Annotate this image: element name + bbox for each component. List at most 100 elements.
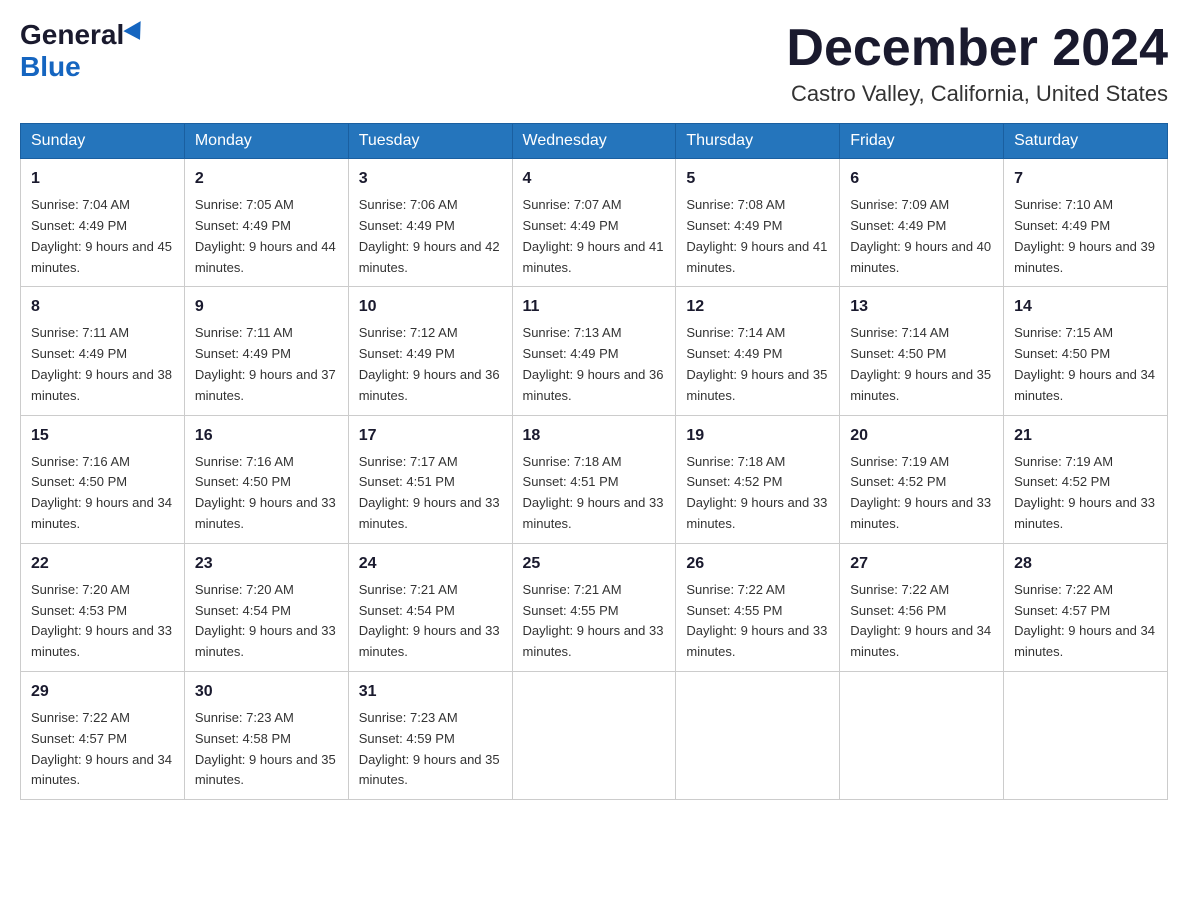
logo-general-line: General [20, 20, 146, 51]
table-row: 10 Sunrise: 7:12 AMSunset: 4:49 PMDaylig… [348, 287, 512, 415]
table-row: 8 Sunrise: 7:11 AMSunset: 4:49 PMDayligh… [21, 287, 185, 415]
table-row: 17 Sunrise: 7:17 AMSunset: 4:51 PMDaylig… [348, 415, 512, 543]
day-number: 6 [850, 167, 993, 191]
table-row: 11 Sunrise: 7:13 AMSunset: 4:49 PMDaylig… [512, 287, 676, 415]
table-row: 4 Sunrise: 7:07 AMSunset: 4:49 PMDayligh… [512, 159, 676, 287]
day-number: 12 [686, 295, 829, 319]
day-number: 1 [31, 167, 174, 191]
day-number: 16 [195, 424, 338, 448]
table-row [840, 671, 1004, 799]
table-row: 9 Sunrise: 7:11 AMSunset: 4:49 PMDayligh… [184, 287, 348, 415]
day-number: 29 [31, 680, 174, 704]
table-row [676, 671, 840, 799]
cell-info: Sunrise: 7:11 AMSunset: 4:49 PMDaylight:… [195, 325, 336, 402]
table-row: 21 Sunrise: 7:19 AMSunset: 4:52 PMDaylig… [1004, 415, 1168, 543]
header-tuesday: Tuesday [348, 124, 512, 159]
cell-info: Sunrise: 7:06 AMSunset: 4:49 PMDaylight:… [359, 197, 500, 274]
cell-info: Sunrise: 7:19 AMSunset: 4:52 PMDaylight:… [1014, 454, 1155, 531]
day-number: 17 [359, 424, 502, 448]
header-thursday: Thursday [676, 124, 840, 159]
day-number: 21 [1014, 424, 1157, 448]
day-number: 10 [359, 295, 502, 319]
cell-info: Sunrise: 7:20 AMSunset: 4:53 PMDaylight:… [31, 582, 172, 659]
day-number: 24 [359, 552, 502, 576]
day-number: 25 [523, 552, 666, 576]
cell-info: Sunrise: 7:18 AMSunset: 4:52 PMDaylight:… [686, 454, 827, 531]
location-title: Castro Valley, California, United States [786, 81, 1168, 107]
table-row: 20 Sunrise: 7:19 AMSunset: 4:52 PMDaylig… [840, 415, 1004, 543]
header-wednesday: Wednesday [512, 124, 676, 159]
cell-info: Sunrise: 7:18 AMSunset: 4:51 PMDaylight:… [523, 454, 664, 531]
table-row: 13 Sunrise: 7:14 AMSunset: 4:50 PMDaylig… [840, 287, 1004, 415]
day-number: 20 [850, 424, 993, 448]
cell-info: Sunrise: 7:22 AMSunset: 4:57 PMDaylight:… [31, 710, 172, 787]
cell-info: Sunrise: 7:10 AMSunset: 4:49 PMDaylight:… [1014, 197, 1155, 274]
cell-info: Sunrise: 7:11 AMSunset: 4:49 PMDaylight:… [31, 325, 172, 402]
table-row: 18 Sunrise: 7:18 AMSunset: 4:51 PMDaylig… [512, 415, 676, 543]
logo-blue-line: Blue [20, 51, 81, 83]
table-row: 24 Sunrise: 7:21 AMSunset: 4:54 PMDaylig… [348, 543, 512, 671]
table-row: 16 Sunrise: 7:16 AMSunset: 4:50 PMDaylig… [184, 415, 348, 543]
cell-info: Sunrise: 7:13 AMSunset: 4:49 PMDaylight:… [523, 325, 664, 402]
table-row: 6 Sunrise: 7:09 AMSunset: 4:49 PMDayligh… [840, 159, 1004, 287]
cell-info: Sunrise: 7:22 AMSunset: 4:55 PMDaylight:… [686, 582, 827, 659]
day-number: 5 [686, 167, 829, 191]
calendar-table: Sunday Monday Tuesday Wednesday Thursday… [20, 123, 1168, 800]
logo-general-text: General [20, 19, 146, 50]
cell-info: Sunrise: 7:21 AMSunset: 4:54 PMDaylight:… [359, 582, 500, 659]
table-row: 7 Sunrise: 7:10 AMSunset: 4:49 PMDayligh… [1004, 159, 1168, 287]
table-row: 5 Sunrise: 7:08 AMSunset: 4:49 PMDayligh… [676, 159, 840, 287]
day-number: 18 [523, 424, 666, 448]
day-number: 11 [523, 295, 666, 319]
logo-blue-text: Blue [20, 51, 81, 82]
table-row: 1 Sunrise: 7:04 AMSunset: 4:49 PMDayligh… [21, 159, 185, 287]
day-number: 31 [359, 680, 502, 704]
title-area: December 2024 Castro Valley, California,… [786, 20, 1168, 107]
table-row: 15 Sunrise: 7:16 AMSunset: 4:50 PMDaylig… [21, 415, 185, 543]
cell-info: Sunrise: 7:22 AMSunset: 4:57 PMDaylight:… [1014, 582, 1155, 659]
day-number: 28 [1014, 552, 1157, 576]
day-number: 26 [686, 552, 829, 576]
cell-info: Sunrise: 7:08 AMSunset: 4:49 PMDaylight:… [686, 197, 827, 274]
cell-info: Sunrise: 7:17 AMSunset: 4:51 PMDaylight:… [359, 454, 500, 531]
cell-info: Sunrise: 7:09 AMSunset: 4:49 PMDaylight:… [850, 197, 991, 274]
cell-info: Sunrise: 7:21 AMSunset: 4:55 PMDaylight:… [523, 582, 664, 659]
day-number: 3 [359, 167, 502, 191]
table-row [1004, 671, 1168, 799]
logo: General Blue [20, 20, 146, 83]
cell-info: Sunrise: 7:23 AMSunset: 4:58 PMDaylight:… [195, 710, 336, 787]
day-number: 27 [850, 552, 993, 576]
cell-info: Sunrise: 7:19 AMSunset: 4:52 PMDaylight:… [850, 454, 991, 531]
table-row: 2 Sunrise: 7:05 AMSunset: 4:49 PMDayligh… [184, 159, 348, 287]
table-row: 22 Sunrise: 7:20 AMSunset: 4:53 PMDaylig… [21, 543, 185, 671]
table-row: 26 Sunrise: 7:22 AMSunset: 4:55 PMDaylig… [676, 543, 840, 671]
cell-info: Sunrise: 7:04 AMSunset: 4:49 PMDaylight:… [31, 197, 172, 274]
header-friday: Friday [840, 124, 1004, 159]
table-row: 27 Sunrise: 7:22 AMSunset: 4:56 PMDaylig… [840, 543, 1004, 671]
header-monday: Monday [184, 124, 348, 159]
day-number: 7 [1014, 167, 1157, 191]
cell-info: Sunrise: 7:14 AMSunset: 4:49 PMDaylight:… [686, 325, 827, 402]
table-row: 23 Sunrise: 7:20 AMSunset: 4:54 PMDaylig… [184, 543, 348, 671]
cell-info: Sunrise: 7:20 AMSunset: 4:54 PMDaylight:… [195, 582, 336, 659]
day-number: 23 [195, 552, 338, 576]
header-saturday: Saturday [1004, 124, 1168, 159]
month-title: December 2024 [786, 20, 1168, 77]
day-number: 30 [195, 680, 338, 704]
logo-triangle-icon [124, 21, 149, 45]
cell-info: Sunrise: 7:14 AMSunset: 4:50 PMDaylight:… [850, 325, 991, 402]
table-row: 12 Sunrise: 7:14 AMSunset: 4:49 PMDaylig… [676, 287, 840, 415]
table-row: 31 Sunrise: 7:23 AMSunset: 4:59 PMDaylig… [348, 671, 512, 799]
cell-info: Sunrise: 7:23 AMSunset: 4:59 PMDaylight:… [359, 710, 500, 787]
day-number: 13 [850, 295, 993, 319]
page-header: General Blue December 2024 Castro Valley… [20, 20, 1168, 107]
day-number: 22 [31, 552, 174, 576]
table-row: 19 Sunrise: 7:18 AMSunset: 4:52 PMDaylig… [676, 415, 840, 543]
calendar-header-row: Sunday Monday Tuesday Wednesday Thursday… [21, 124, 1168, 159]
cell-info: Sunrise: 7:07 AMSunset: 4:49 PMDaylight:… [523, 197, 664, 274]
cell-info: Sunrise: 7:22 AMSunset: 4:56 PMDaylight:… [850, 582, 991, 659]
table-row [512, 671, 676, 799]
day-number: 4 [523, 167, 666, 191]
day-number: 15 [31, 424, 174, 448]
cell-info: Sunrise: 7:15 AMSunset: 4:50 PMDaylight:… [1014, 325, 1155, 402]
